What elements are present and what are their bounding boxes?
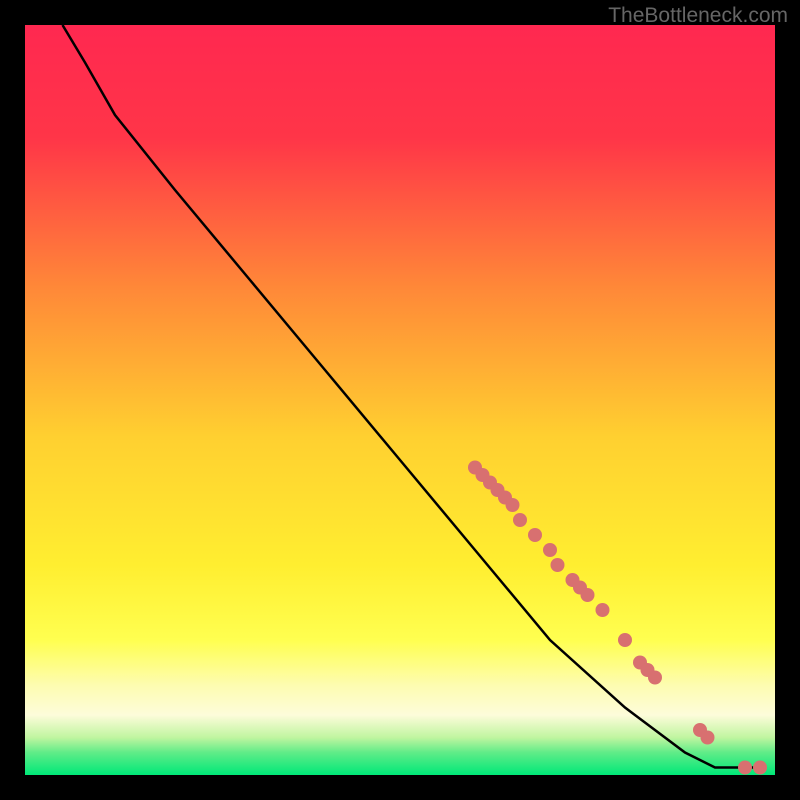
data-point bbox=[738, 761, 752, 775]
data-point bbox=[753, 761, 767, 775]
data-point bbox=[543, 543, 557, 557]
data-point bbox=[513, 513, 527, 527]
chart-curve bbox=[25, 25, 775, 775]
bottleneck-curve bbox=[63, 25, 761, 768]
data-point bbox=[701, 731, 715, 745]
chart-container bbox=[25, 25, 775, 775]
data-point bbox=[581, 588, 595, 602]
data-point bbox=[506, 498, 520, 512]
data-point bbox=[648, 671, 662, 685]
data-point bbox=[596, 603, 610, 617]
watermark-text: TheBottleneck.com bbox=[608, 4, 788, 28]
data-point bbox=[528, 528, 542, 542]
data-point bbox=[551, 558, 565, 572]
data-point bbox=[618, 633, 632, 647]
